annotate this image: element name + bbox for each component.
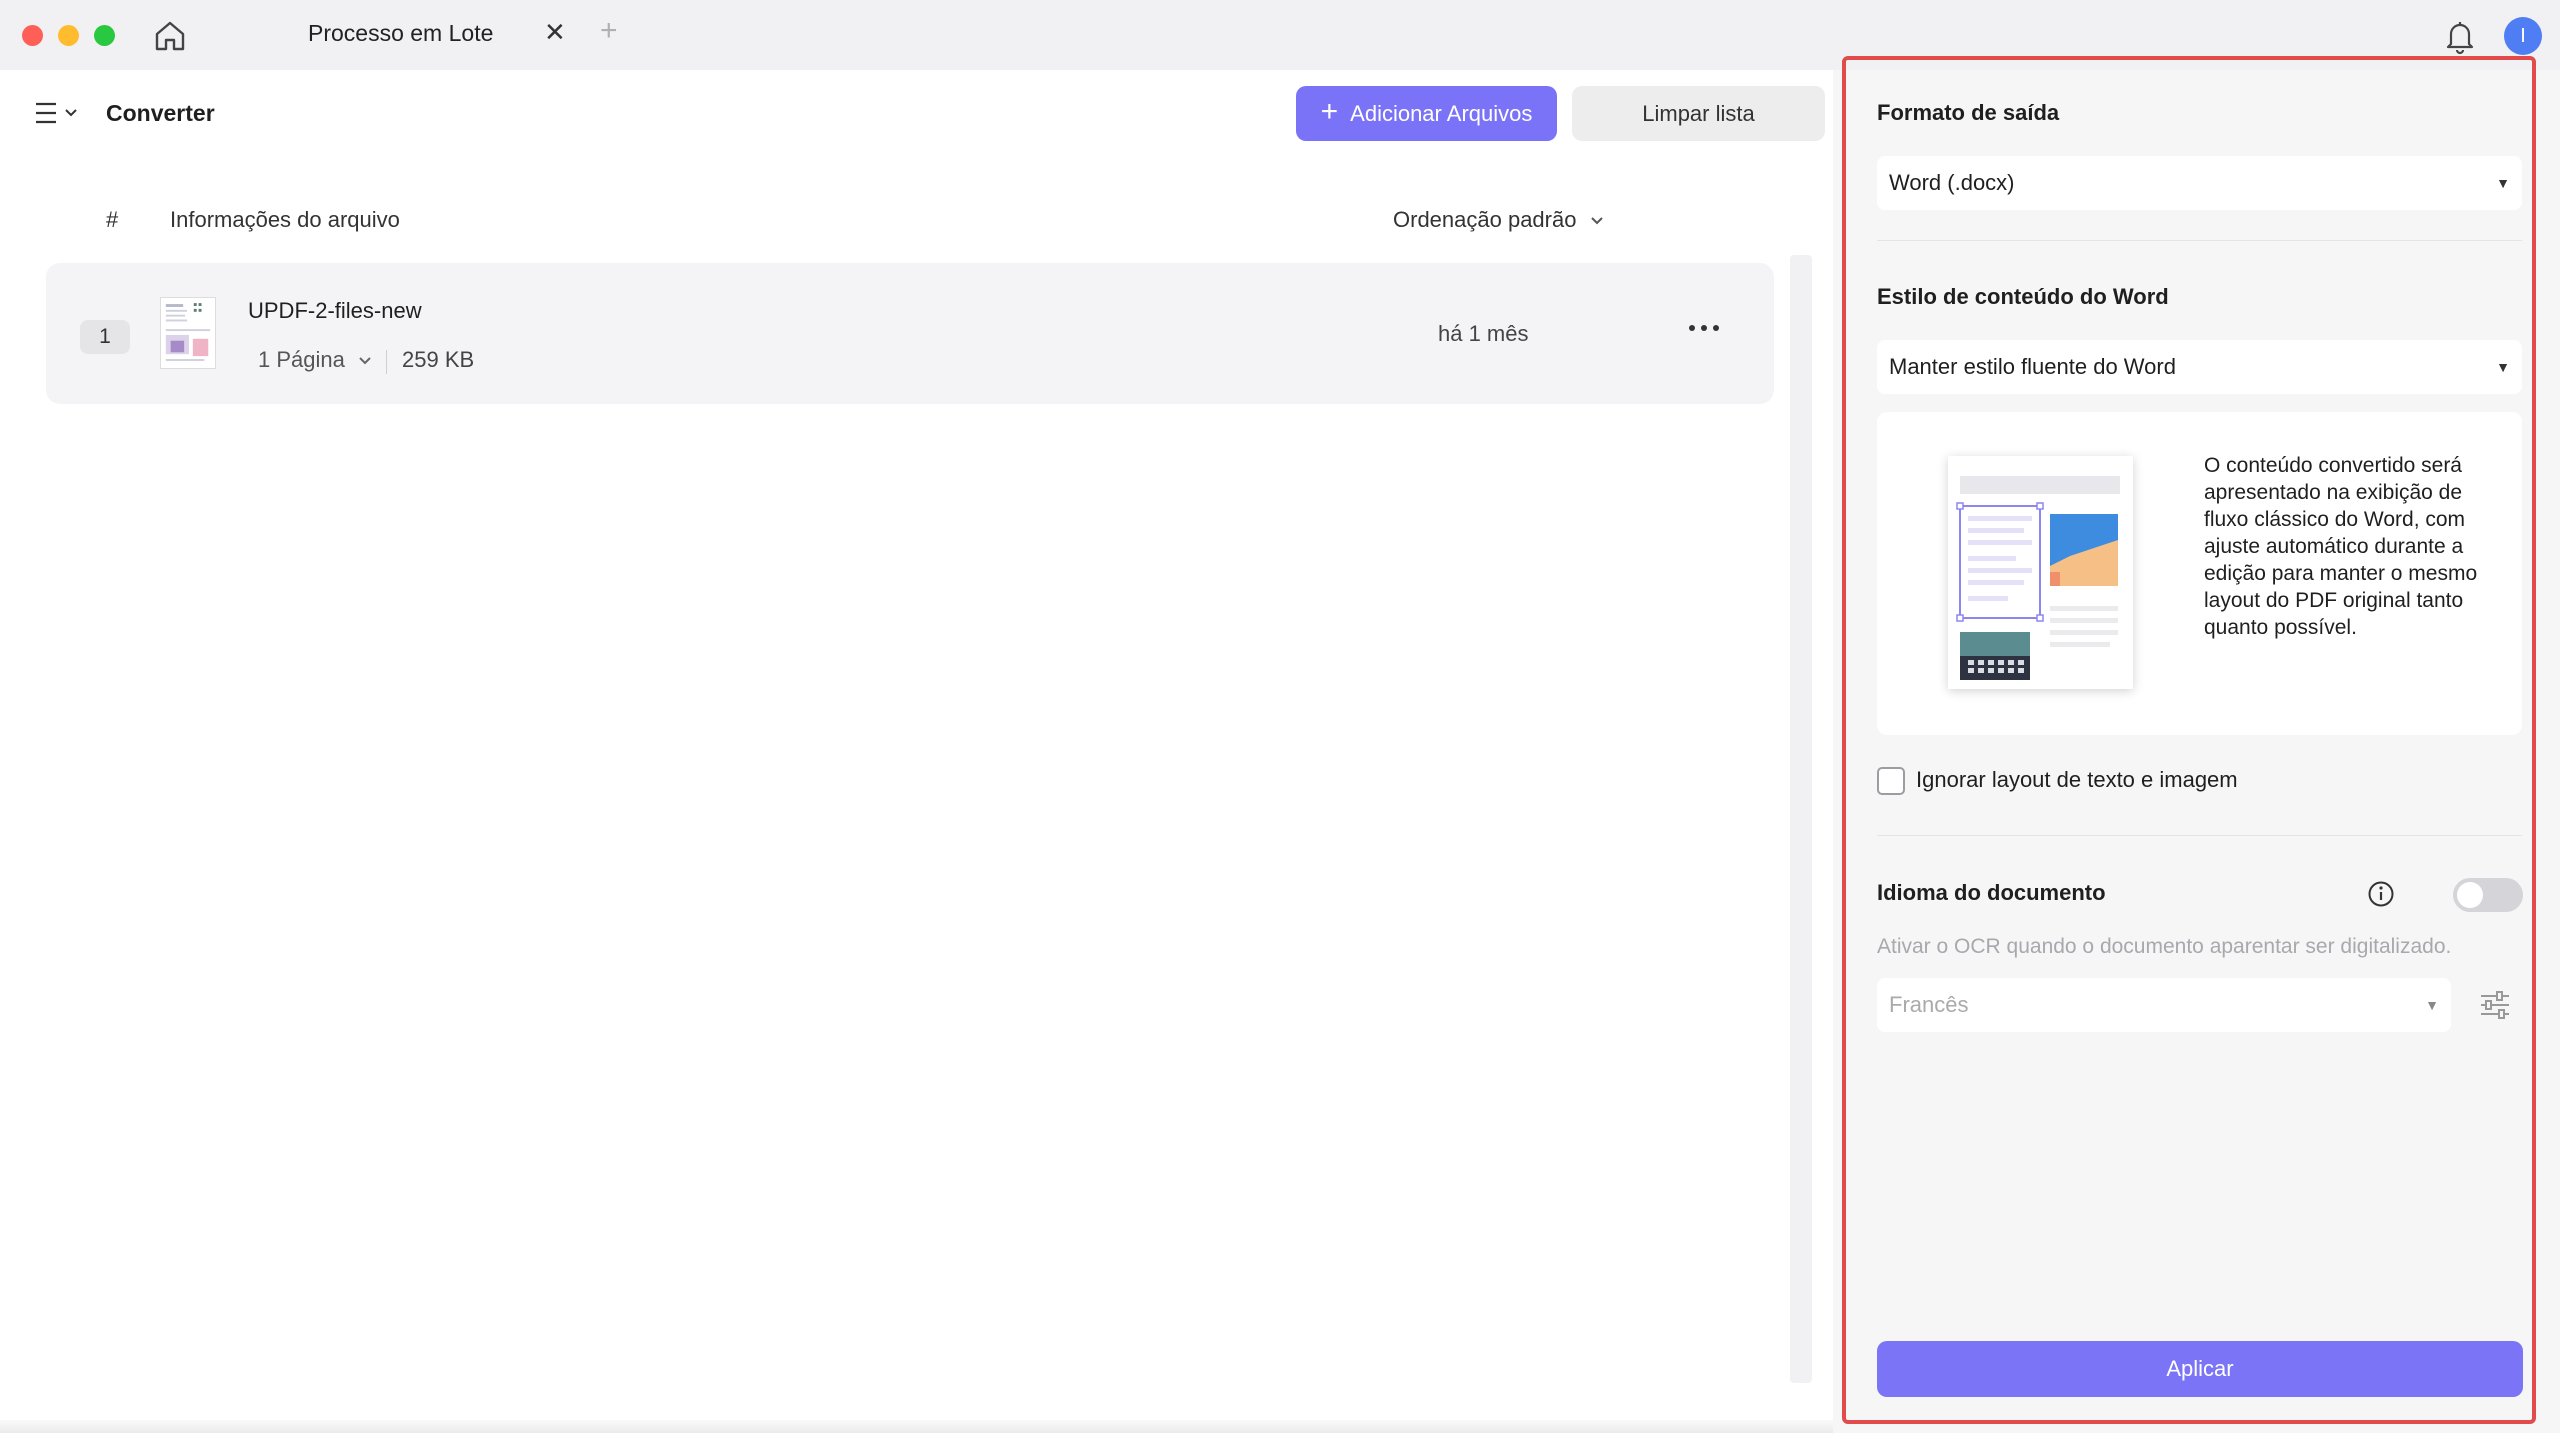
column-info-header: Informações do arquivo	[170, 207, 400, 232]
file-thumbnail	[160, 297, 216, 369]
sort-label: Ordenação padrão	[1393, 207, 1577, 232]
chevron-down-icon	[1590, 217, 1603, 225]
add-files-label: Adicionar Arquivos	[1350, 100, 1533, 126]
new-tab-icon[interactable]: +	[600, 14, 618, 48]
list-scrollbar[interactable]	[1790, 255, 1812, 1383]
close-window-button[interactable]	[22, 25, 43, 46]
highlight-frame	[1842, 56, 2536, 1424]
file-pages: 1 Página	[258, 347, 345, 372]
tab-close-icon[interactable]: ✕	[544, 17, 566, 48]
notification-bell-icon[interactable]	[2440, 16, 2480, 56]
file-name: UPDF-2-files-new	[248, 298, 422, 323]
file-date: há 1 mês	[1438, 321, 1529, 346]
column-index-header: #	[106, 207, 119, 232]
divider	[386, 350, 387, 374]
tab-title: Processo em Lote	[308, 20, 494, 46]
minimize-window-button[interactable]	[58, 25, 79, 46]
file-pages-dropdown[interactable]: 1 Página	[258, 347, 373, 373]
user-avatar[interactable]: I	[2504, 17, 2542, 55]
chevron-down-icon	[359, 357, 371, 365]
add-files-button[interactable]: + Adicionar Arquivos	[1296, 86, 1557, 141]
more-options-icon[interactable]	[1686, 313, 1722, 343]
file-size: 259 KB	[402, 347, 475, 372]
plus-icon: +	[1320, 95, 1339, 128]
clear-list-button[interactable]: Limpar lista	[1572, 86, 1825, 141]
maximize-window-button[interactable]	[94, 25, 115, 46]
home-icon[interactable]	[152, 18, 188, 54]
row-index: 1	[80, 320, 130, 354]
sort-dropdown[interactable]: Ordenação padrão	[1393, 207, 1605, 233]
menu-icon[interactable]	[34, 100, 84, 130]
page-title: Converter	[106, 100, 215, 126]
clear-list-label: Limpar lista	[1642, 100, 1755, 126]
